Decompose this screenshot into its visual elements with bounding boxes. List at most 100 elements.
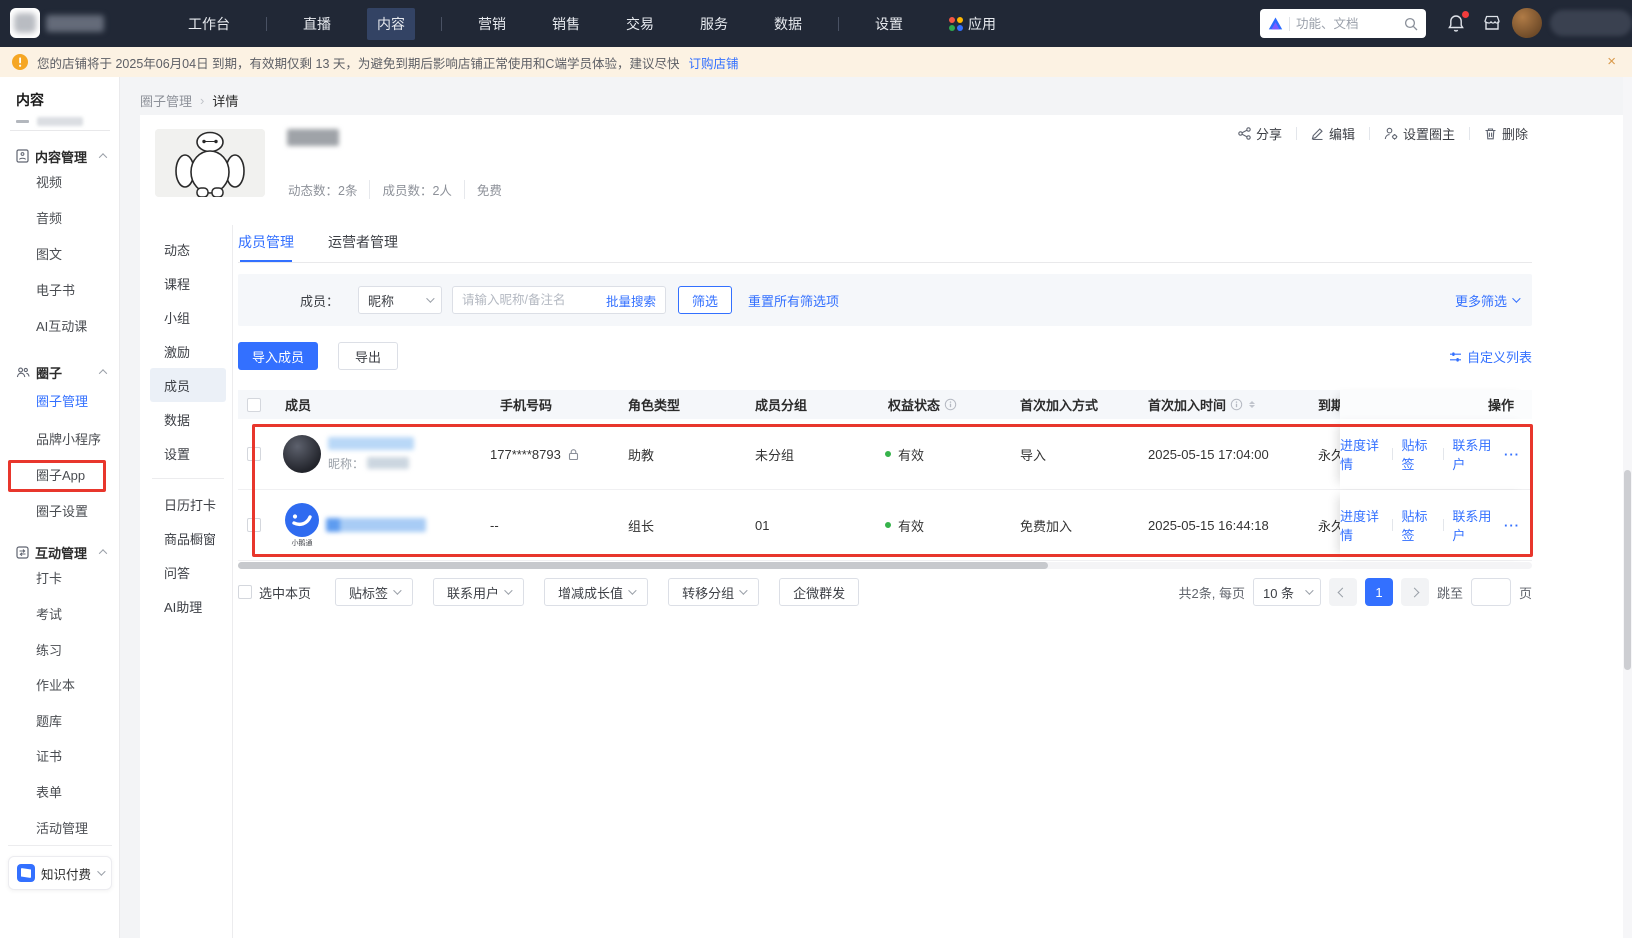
filter-field-select[interactable]: 昵称 [358, 286, 442, 314]
nav-item-workbench[interactable]: 工作台 [178, 8, 240, 40]
nav-item-trade[interactable]: 交易 [616, 8, 664, 40]
menu-item-product-showcase[interactable]: 商品橱窗 [150, 521, 226, 555]
sidebar-item-audio[interactable]: 音频 [36, 208, 62, 227]
sidebar-group-content-mgmt[interactable]: 内容管理 [0, 145, 120, 167]
nav-item-marketing[interactable]: 营销 [468, 8, 516, 40]
select-page-checkbox[interactable] [238, 585, 252, 599]
progress-detail-link[interactable]: 进度详情 [1340, 506, 1383, 544]
lock-icon[interactable] [567, 448, 580, 461]
menu-item-qa[interactable]: 问答 [150, 555, 226, 589]
menu-item-settings[interactable]: 设置 [150, 436, 226, 470]
menu-item-incentive[interactable]: 激励 [150, 334, 226, 368]
col-actions: 操作 [1340, 390, 1532, 419]
table-row[interactable]: 昵称： 177****8793 助教 未分组 有效 导入 2025-05-15 … [238, 419, 1532, 490]
renew-store-link[interactable]: 订购店铺 [688, 53, 738, 72]
select-all-checkbox[interactable] [247, 397, 261, 412]
jump-page-input[interactable] [1470, 578, 1511, 606]
store-icon[interactable] [1482, 13, 1504, 35]
set-owner-button[interactable]: 设置圈主 [1384, 124, 1455, 143]
xiaoetong-logo-avatar [285, 502, 319, 537]
sidebar-item-activity-mgmt[interactable]: 活动管理 [36, 818, 88, 837]
search-icon[interactable] [1404, 17, 1418, 31]
sidebar-item-circle-mgmt[interactable]: 圈子管理 [36, 391, 88, 410]
prev-page-button[interactable] [1328, 578, 1357, 606]
tag-link[interactable]: 贴标签 [1401, 435, 1433, 473]
horizontal-scrollbar-thumb[interactable] [238, 562, 1048, 569]
member-join-time: 2025-05-15 16:44:18 [1148, 517, 1269, 533]
nickname-input[interactable] [462, 293, 606, 307]
tab-member-management[interactable]: 成员管理 [238, 230, 294, 262]
sidebar-item-practice[interactable]: 练习 [36, 640, 62, 659]
knowledge-pay-switcher[interactable]: 知识付费 [8, 856, 112, 890]
nav-item-data[interactable]: 数据 [764, 8, 812, 40]
tag-link[interactable]: 贴标签 [1401, 506, 1433, 544]
jump-label: 跳至 [1436, 585, 1463, 601]
contact-user-link[interactable]: 联系用户 [1452, 435, 1495, 473]
menu-item-members[interactable]: 成员 [150, 368, 226, 402]
sidebar-item-brand-miniapp[interactable]: 品牌小程序 [36, 429, 101, 448]
page-number-button[interactable]: 1 [1364, 578, 1393, 606]
sidebar-group-interaction[interactable]: 互动管理 [0, 541, 120, 563]
more-filters-link[interactable]: 更多筛选 [1455, 291, 1521, 310]
search-input[interactable] [1296, 16, 1398, 31]
share-button[interactable]: 分享 [1238, 124, 1282, 143]
nav-item-content[interactable]: 内容 [367, 7, 415, 40]
sort-icon[interactable] [1249, 401, 1256, 408]
nav-item-apps[interactable]: 应用 [939, 8, 1006, 40]
batch-search-link[interactable]: 批量搜索 [606, 291, 656, 310]
tab-operator-management[interactable]: 运营者管理 [328, 230, 398, 262]
menu-item-ai-assistant[interactable]: AI助理 [150, 589, 226, 623]
delete-button[interactable]: 删除 [1484, 124, 1528, 143]
edit-button[interactable]: 编辑 [1311, 124, 1355, 143]
user-avatar[interactable] [1512, 8, 1542, 38]
sidebar-item-video[interactable]: 视频 [36, 172, 62, 191]
nav-item-sales[interactable]: 销售 [542, 8, 590, 40]
sidebar-group-circle[interactable]: 圈子 [0, 361, 120, 383]
bulk-contact-button[interactable]: 联系用户 [433, 578, 525, 606]
nav-item-settings[interactable]: 设置 [865, 8, 913, 40]
sidebar-item-ebook[interactable]: 电子书 [36, 280, 75, 299]
sidebar-item-exam[interactable]: 考试 [36, 604, 62, 623]
info-icon[interactable] [1230, 398, 1243, 411]
sidebar-item-question-bank[interactable]: 题库 [36, 711, 62, 730]
export-button[interactable]: 导出 [338, 342, 399, 370]
nav-separator [441, 16, 442, 31]
vertical-scrollbar-thumb[interactable] [1624, 470, 1631, 670]
menu-item-groups[interactable]: 小组 [150, 300, 226, 334]
menu-item-calendar-checkin[interactable]: 日历打卡 [150, 487, 226, 521]
sidebar-item-ai-course[interactable]: AI互动课 [36, 316, 87, 335]
bulk-growth-button[interactable]: 增减成长值 [544, 578, 649, 606]
more-actions-icon[interactable]: ··· [1504, 518, 1520, 533]
sidebar-item-certificate[interactable]: 证书 [36, 746, 62, 765]
import-members-button[interactable]: 导入成员 [238, 342, 319, 370]
info-icon[interactable] [944, 398, 957, 411]
notification-bell-icon[interactable] [1446, 11, 1469, 35]
sidebar-item-circle-app[interactable]: 圈子App [36, 465, 85, 484]
row-checkbox[interactable] [247, 518, 261, 532]
menu-item-courses[interactable]: 课程 [150, 266, 226, 300]
table-row[interactable]: 小鹅通 -- 组长 01 有效 免费加入 2025-05-15 16:44:18… [238, 490, 1532, 561]
next-page-button[interactable] [1400, 578, 1429, 606]
sidebar-item-circle-settings[interactable]: 圈子设置 [36, 501, 88, 520]
bulk-tag-button[interactable]: 贴标签 [335, 578, 414, 606]
breadcrumb-parent[interactable]: 圈子管理 [140, 91, 192, 110]
more-actions-icon[interactable]: ··· [1504, 447, 1520, 462]
wecom-broadcast-button[interactable]: 企微群发 [779, 578, 860, 606]
sidebar-item-homework[interactable]: 作业本 [36, 675, 75, 694]
sidebar-item-article[interactable]: 图文 [36, 244, 62, 263]
reset-filters-link[interactable]: 重置所有筛选项 [748, 291, 839, 310]
menu-item-moments[interactable]: 动态 [150, 232, 226, 266]
nav-item-live[interactable]: 直播 [293, 8, 341, 40]
sidebar-item-form[interactable]: 表单 [36, 782, 62, 801]
nav-item-service[interactable]: 服务 [690, 8, 738, 40]
contact-user-link[interactable]: 联系用户 [1452, 506, 1495, 544]
menu-item-data[interactable]: 数据 [150, 402, 226, 436]
bulk-transfer-group-button[interactable]: 转移分组 [668, 578, 760, 606]
customize-columns-link[interactable]: 自定义列表 [1449, 347, 1532, 366]
page-size-select[interactable]: 10 条 [1252, 578, 1321, 606]
progress-detail-link[interactable]: 进度详情 [1340, 435, 1383, 473]
sidebar-item-checkin[interactable]: 打卡 [36, 568, 62, 587]
close-icon[interactable]: × [1607, 54, 1616, 70]
row-checkbox[interactable] [247, 447, 261, 461]
filter-button[interactable]: 筛选 [678, 286, 733, 314]
